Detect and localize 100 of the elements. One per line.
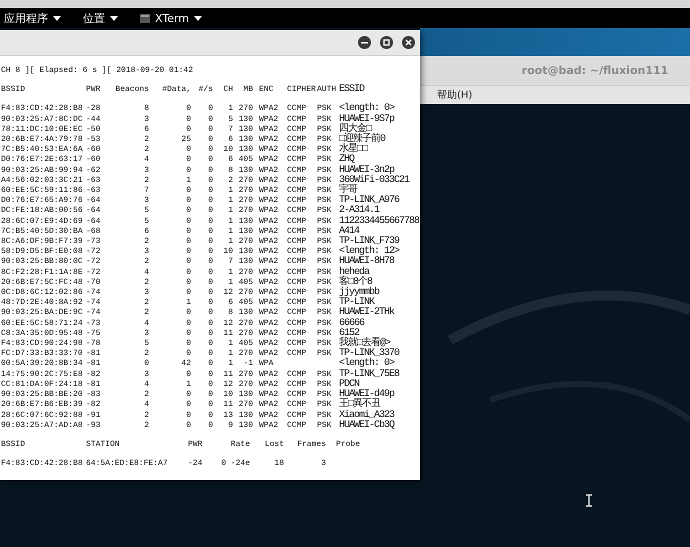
table-cell-text: WPA2 bbox=[258, 370, 280, 380]
table-cell-text: 2 bbox=[143, 298, 149, 308]
table-cell-text: 2 bbox=[143, 176, 149, 186]
column-header: Lost bbox=[264, 440, 284, 450]
table-cell-text: 2 bbox=[227, 176, 233, 186]
table-cell-text: 0 bbox=[185, 410, 191, 421]
table-cell-text: CCMP bbox=[287, 370, 308, 380]
top-menu[interactable]: XTerm bbox=[140, 12, 202, 24]
table-cell-text: -74 bbox=[86, 298, 102, 308]
table-cell-text: CC:81:DA:0F:24:18 bbox=[1, 380, 84, 390]
table-cell-text: 130 bbox=[238, 114, 253, 125]
table-cell-text: HUAWEI-9S7p bbox=[338, 114, 396, 125]
table-cell-text: 13 bbox=[222, 410, 233, 421]
menu-item[interactable]: 帮助(H) bbox=[437, 88, 472, 102]
table-cell-text: HUAWEI-8H78 bbox=[338, 257, 396, 268]
table-cell-text: 64:5A:ED:E8:FE:A7 bbox=[86, 459, 169, 470]
table-cell-text: 58:D9:D5:BF:E0:08 bbox=[1, 247, 84, 258]
table-cell-text: WPA2 bbox=[258, 114, 280, 125]
table-cell-text: 405 bbox=[238, 155, 253, 166]
table-cell-text: CCMP bbox=[287, 186, 308, 196]
table-cell-text: 2 bbox=[143, 278, 149, 288]
table-cell-text: 1 bbox=[185, 298, 191, 308]
table-cell-text: PSK bbox=[317, 298, 332, 308]
table-cell-text: HUAWEI-3n2p bbox=[338, 166, 394, 176]
caret-icon bbox=[194, 16, 202, 20]
table-cell-text: 130 bbox=[238, 420, 253, 431]
table-cell-text: Xiaomi_A323 bbox=[338, 410, 396, 420]
table-cell-text: 6 bbox=[227, 135, 233, 146]
table-cell-text: 3 bbox=[143, 328, 149, 340]
table-cell-text: 11 bbox=[222, 400, 233, 410]
table-cell-text: 0 bbox=[185, 155, 191, 166]
table-cell-text: 42 bbox=[180, 359, 191, 370]
top-menu[interactable]: 应用程序 bbox=[4, 10, 61, 26]
table-cell-text: WPA2 bbox=[258, 237, 280, 248]
table-cell-text: 0 bbox=[185, 166, 191, 176]
table-cell-text: CCMP bbox=[287, 155, 308, 166]
table-cell-text: -83 bbox=[86, 390, 102, 400]
table-cell-text: 0 bbox=[207, 196, 213, 206]
table-cell-text: 0 bbox=[143, 359, 149, 370]
top-menu[interactable]: 位置 bbox=[83, 10, 118, 26]
table-cell-text: 1122334455667788 bbox=[338, 216, 420, 227]
column-header: Rate bbox=[230, 440, 250, 450]
table-cell-text: WPA2 bbox=[258, 278, 280, 288]
table-cell-text: 6 bbox=[227, 298, 233, 308]
table-cell-text: WPA2 bbox=[258, 196, 280, 206]
table-cell-text: jjyymmbb bbox=[338, 288, 380, 298]
table-cell-text: F4:83:CD:42:28:B8 bbox=[1, 104, 84, 115]
minimize-button[interactable] bbox=[358, 36, 371, 49]
table-cell-text: 7 bbox=[143, 186, 149, 196]
table-cell-text: WPA2 bbox=[258, 226, 280, 238]
table-cell-text: PSK bbox=[317, 104, 332, 115]
table-cell-text: -60 bbox=[86, 145, 102, 156]
table-cell-text: -64 bbox=[86, 216, 102, 227]
maximize-button[interactable] bbox=[380, 36, 393, 49]
close-button[interactable] bbox=[402, 36, 415, 49]
table-cell-text: CCMP bbox=[287, 298, 308, 308]
column-header: STATION bbox=[86, 440, 121, 450]
table-cell-text: 0 bbox=[207, 114, 213, 125]
table-cell-text: 1 bbox=[227, 226, 233, 238]
table-cell-text: -1 bbox=[242, 359, 253, 370]
table-cell-text: CCMP bbox=[287, 237, 308, 248]
table-cell-text: WPA2 bbox=[258, 206, 280, 217]
table-cell-text: 130 bbox=[238, 166, 253, 176]
column-header: CIPHER bbox=[287, 85, 317, 96]
table-cell-text: 20:6B:E7:5C:FC:48 bbox=[1, 278, 84, 288]
table-cell-text: 1 bbox=[227, 196, 233, 206]
table-cell-text: 90:03:25:BB:80:0C bbox=[1, 257, 84, 268]
table-cell-text: -78 bbox=[86, 339, 102, 350]
table-cell-text: -81 bbox=[86, 380, 102, 390]
table-cell-text: 0 bbox=[207, 135, 213, 146]
table-cell-text: 48:7D:2E:40:8A:92 bbox=[1, 298, 84, 308]
table-cell-text: -72 bbox=[86, 257, 102, 268]
table-cell-text: A4:56:02:03:3C:21 bbox=[1, 176, 84, 186]
table-cell-text: 4 bbox=[143, 400, 149, 410]
table-cell-text: WPA2 bbox=[258, 390, 280, 400]
table-cell-text: -70 bbox=[86, 278, 102, 288]
table-cell-text: 2 bbox=[143, 145, 149, 156]
table-cell-text: PSK bbox=[317, 114, 332, 125]
table-cell-text: 2 bbox=[143, 349, 149, 360]
table-cell-text: 1 bbox=[185, 380, 191, 390]
table-cell-text: WPA bbox=[258, 359, 274, 370]
table-cell-text: 0 bbox=[185, 196, 191, 206]
table-cell-text: 0 bbox=[207, 237, 213, 248]
table-cell-text: WPA2 bbox=[258, 298, 280, 308]
table-cell-text: -50 bbox=[86, 124, 102, 136]
table-cell-text: 2-A314.1 bbox=[338, 206, 380, 216]
table-cell-text: 0C:D8:6C:12:02:86 bbox=[1, 288, 84, 298]
table-cell-text: 130 bbox=[238, 390, 253, 400]
table-cell-text: 0 bbox=[185, 247, 191, 258]
table-cell-text: WPA2 bbox=[258, 328, 280, 340]
table-cell-text: -72 bbox=[86, 247, 102, 258]
table-cell-text: 1 bbox=[227, 104, 233, 115]
table-cell-text: 0 bbox=[207, 390, 213, 400]
column-header: Frames bbox=[296, 440, 326, 450]
table-cell-text: 12 bbox=[222, 380, 233, 390]
table-cell-text: 0 bbox=[207, 380, 213, 390]
table-cell-text: WPA2 bbox=[258, 135, 280, 146]
table-cell-text: 270 bbox=[238, 318, 253, 329]
table-cell-text: 0 bbox=[207, 186, 213, 196]
table-cell-text: 10 bbox=[222, 247, 233, 258]
